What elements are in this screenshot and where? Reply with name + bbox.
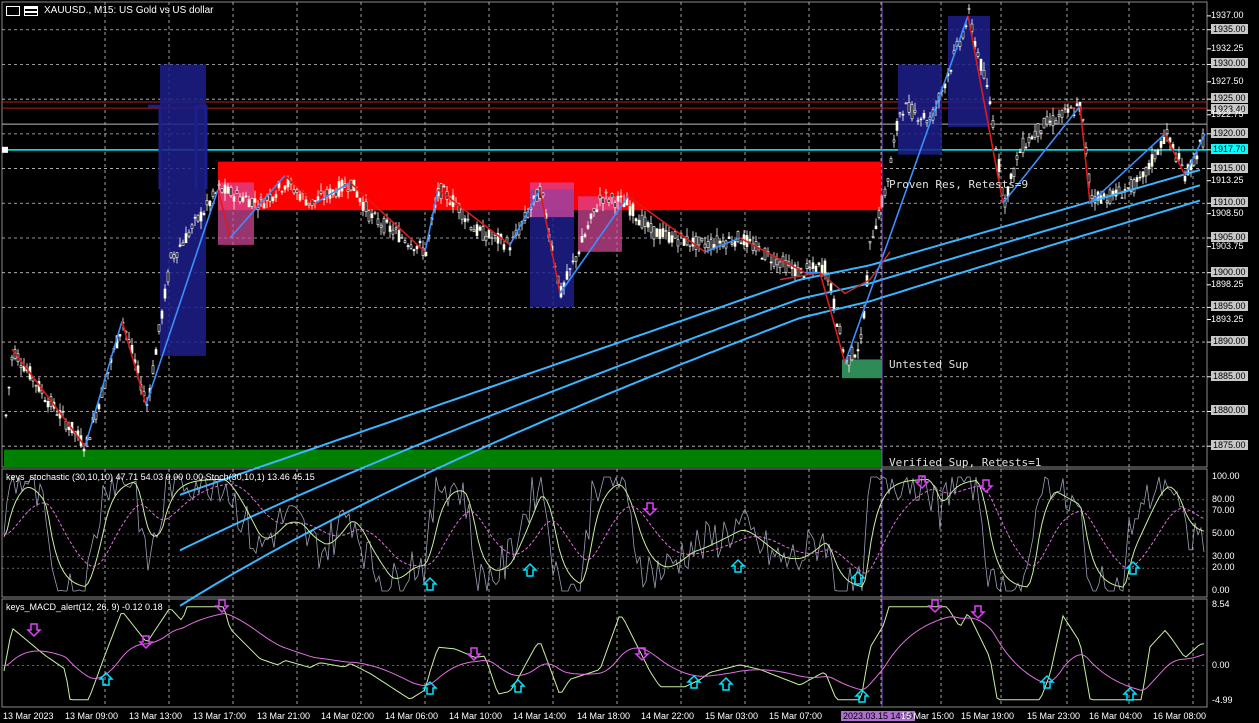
current-price-marker xyxy=(2,146,8,153)
price-label: 1925.00 xyxy=(1211,93,1248,104)
time-label: 13 Mar 21:00 xyxy=(257,711,311,721)
stoch-level-label: 100.00 xyxy=(1212,471,1240,481)
untested-support-label: Untested Sup xyxy=(889,358,969,371)
price-label: 1885.00 xyxy=(1211,370,1248,381)
candle xyxy=(1042,117,1046,129)
macd-level-label: -4.99 xyxy=(1212,695,1233,705)
time-label: 15 Mar 07:00 xyxy=(769,711,823,721)
chart-type-icon[interactable] xyxy=(24,6,38,16)
price-label: 1895.00 xyxy=(1211,301,1248,312)
price-label: 1915.00 xyxy=(1211,162,1248,173)
price-label: 1898.25 xyxy=(1211,278,1244,289)
highlight-box xyxy=(160,64,206,356)
macd-level-label: 8.54 xyxy=(1212,599,1230,609)
price-label: 1913.25 xyxy=(1211,174,1244,185)
price-label: 1880.00 xyxy=(1211,405,1248,416)
time-label: 14 Mar 02:00 xyxy=(321,711,375,721)
time-label: 13 Mar 13:00 xyxy=(129,711,183,721)
stoch-level-label: 0.00 xyxy=(1212,585,1230,595)
verified-support-label: Verified Sup, Retests=1 xyxy=(889,456,1042,469)
candle xyxy=(424,251,428,257)
price-label: 1937.00 xyxy=(1211,9,1244,20)
time-label: 13 Mar 17:00 xyxy=(193,711,247,721)
price-label: 1910.00 xyxy=(1211,197,1248,208)
chart-canvas[interactable] xyxy=(0,0,1259,723)
time-label: 14 Mar 18:00 xyxy=(577,711,631,721)
candle xyxy=(88,437,92,441)
time-label: 13 Mar 09:00 xyxy=(65,711,119,721)
stoch-level-label: 50.00 xyxy=(1212,528,1235,538)
time-label: 14 Mar 22:00 xyxy=(641,711,695,721)
resistance-zone-label: Proven Res, Retests=9 xyxy=(889,178,1029,191)
price-label: 1917.70 xyxy=(1211,143,1248,154)
chart-menu-icon[interactable] xyxy=(6,6,20,16)
chart-title: XAUUSD., M15: US Gold vs US dollar xyxy=(44,5,214,16)
price-label: 1930.00 xyxy=(1211,58,1248,69)
macd-panel xyxy=(1,598,1208,708)
time-label: 15 Mar 03:00 xyxy=(705,711,759,721)
macd-level-label: 0.00 xyxy=(1212,659,1230,670)
price-label: 1900.00 xyxy=(1211,266,1248,277)
stoch-level-label: 30.00 xyxy=(1212,550,1235,561)
price-label: 1908.50 xyxy=(1211,207,1244,218)
time-label: 16 Mar 08:00 xyxy=(1153,711,1207,721)
price-label: 1893.25 xyxy=(1211,313,1244,324)
price-label: 1935.00 xyxy=(1211,23,1248,34)
price-label: 1920.00 xyxy=(1211,127,1248,138)
price-label: 1903.75 xyxy=(1211,240,1244,251)
candle xyxy=(229,185,233,198)
stoch-level-label: 70.00 xyxy=(1212,505,1235,516)
time-label: 14 Mar 14:00 xyxy=(513,711,567,721)
time-label: 14 Mar 10:00 xyxy=(449,711,503,721)
time-label: 15 Mar 23:00 xyxy=(1027,711,1081,721)
price-label: 1927.50 xyxy=(1211,75,1244,86)
chart-window[interactable]: XAUUSD., M15: US Gold vs US dollar Prove… xyxy=(0,0,1259,723)
candle xyxy=(655,227,659,237)
price-label: 1875.00 xyxy=(1211,440,1248,451)
candle xyxy=(382,215,386,236)
verified-support-zone xyxy=(4,449,882,467)
candle xyxy=(349,179,353,192)
stochastic-panel xyxy=(1,468,1208,598)
time-label: 14 Mar 06:00 xyxy=(385,711,439,721)
stoch-level-label: 20.00 xyxy=(1212,562,1235,573)
candle xyxy=(682,237,686,246)
time-label: 13 Mar 2023 xyxy=(3,711,54,721)
price-label: 1932.25 xyxy=(1211,42,1244,53)
candle xyxy=(763,247,767,262)
time-label: 15 Mar 15:00 xyxy=(901,711,955,721)
macd-title: keys_MACD_alert(12, 26, 9) -0.12 0.18 xyxy=(6,602,163,612)
time-label: 15 Mar 19:00 xyxy=(961,711,1015,721)
price-label: 1922.75 xyxy=(1211,108,1244,119)
stoch-level-label: 80.00 xyxy=(1212,493,1235,504)
candle xyxy=(835,323,839,327)
time-label: 16 Mar 04:00 xyxy=(1089,711,1143,721)
candle xyxy=(736,230,740,244)
stochastic-title: keys_stochastic (30,10,10) 47.71 54.03 0… xyxy=(6,472,315,482)
price-label: 1890.00 xyxy=(1211,336,1248,347)
